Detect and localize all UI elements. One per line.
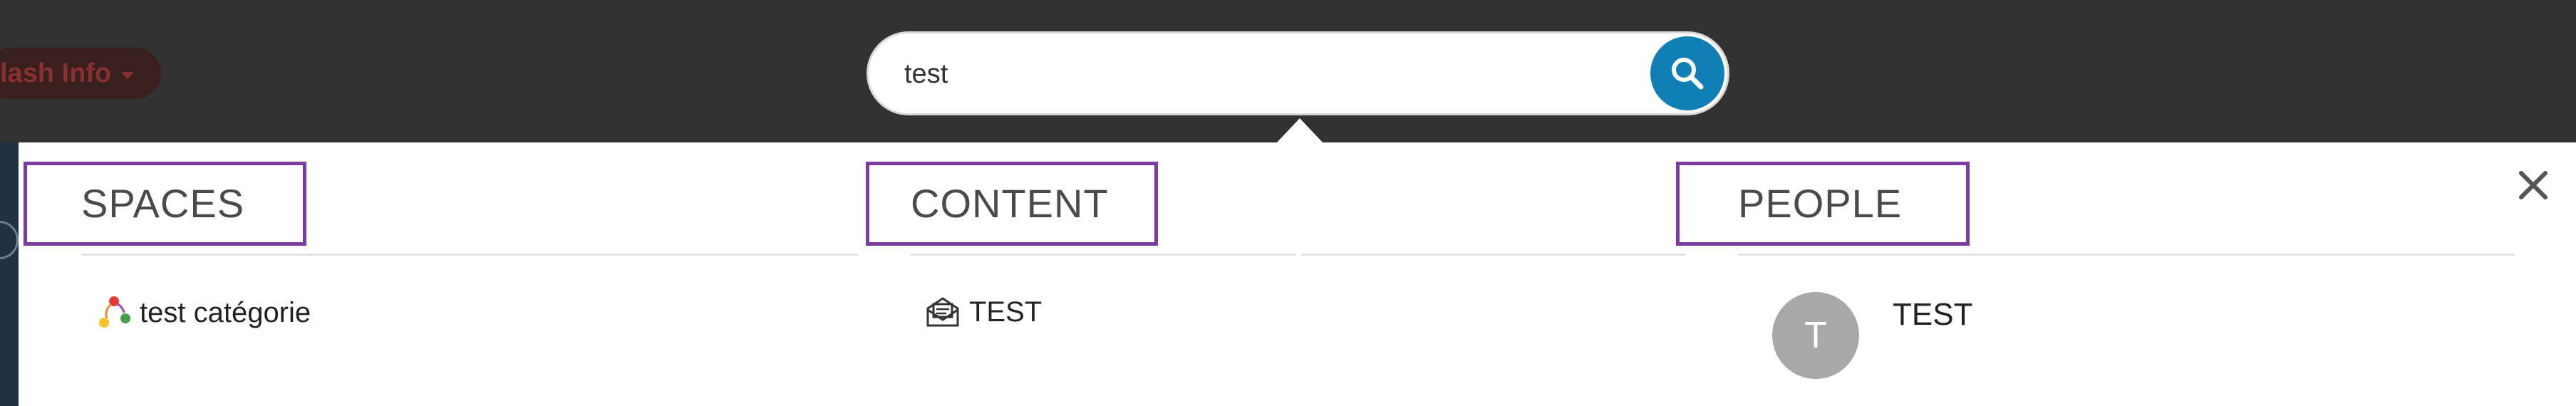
space-result-label: test catégorie (140, 296, 311, 328)
content-divider (911, 254, 1295, 256)
person-result-item[interactable]: TEST (1893, 293, 1972, 336)
flash-info-label: lash Info (0, 58, 112, 88)
search-results-page: lash Info SPACES test ca (0, 0, 2576, 406)
people-title: PEOPLE (1738, 181, 1903, 226)
avatar-initial: T (1804, 315, 1827, 356)
content-divider-secondary (1301, 254, 1686, 256)
circle-icon (0, 221, 19, 259)
close-icon (2519, 171, 2547, 199)
space-result-item[interactable]: test catégorie (95, 293, 311, 332)
person-result-label: TEST (1893, 297, 1973, 332)
spaces-divider (81, 254, 858, 256)
avatar[interactable]: T (1772, 292, 1859, 379)
search-icon (1672, 58, 1704, 90)
people-divider (1738, 254, 2515, 256)
spaces-title: SPACES (81, 181, 245, 226)
search-button[interactable] (1650, 36, 1724, 110)
search-box (867, 31, 1729, 115)
news-icon (926, 297, 959, 327)
content-title: CONTENT (911, 181, 1109, 226)
dropdown-pointer (1276, 118, 1324, 144)
search-input[interactable] (903, 48, 1547, 100)
content-result-label: TEST (969, 296, 1043, 328)
left-sidebar-strip (0, 142, 19, 406)
search-results-panel (19, 142, 2576, 406)
space-icon (99, 296, 130, 328)
chevron-down-icon (121, 72, 135, 79)
content-result-item[interactable]: TEST (925, 291, 1042, 333)
close-button[interactable] (2515, 167, 2551, 203)
flash-info-dropdown[interactable]: lash Info (0, 48, 161, 99)
